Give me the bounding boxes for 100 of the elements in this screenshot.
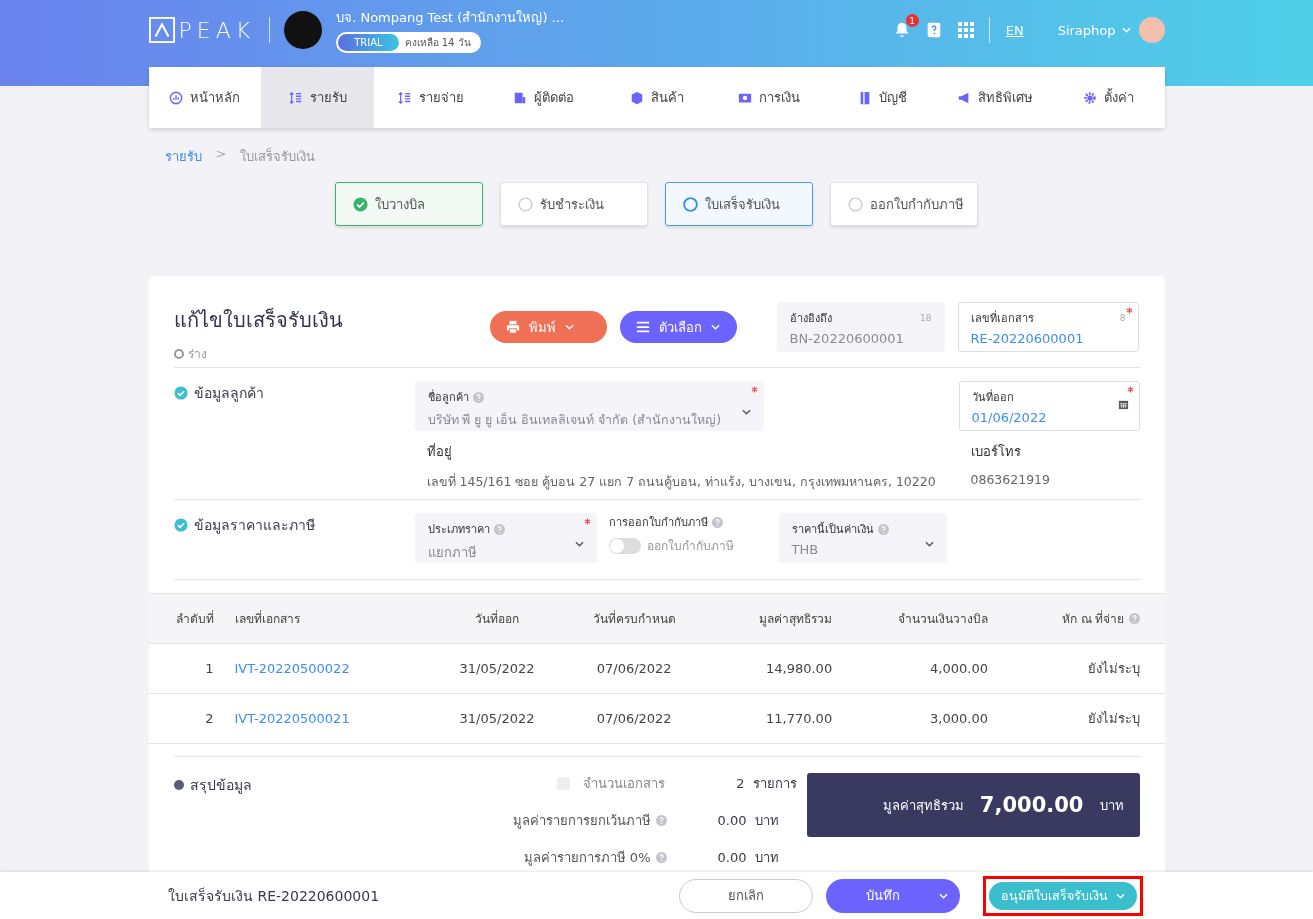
nav-tab[interactable]: สินค้า xyxy=(600,67,713,128)
nav-tab[interactable]: บัญชี xyxy=(825,67,939,128)
apps-grid-icon[interactable] xyxy=(956,21,975,39)
nav-tab[interactable]: ตั้งค่า xyxy=(1051,67,1165,128)
check-circle-icon xyxy=(353,196,368,212)
character-counter: 18 xyxy=(920,313,932,323)
column-header: วันที่ออก xyxy=(475,612,520,626)
table-cell: ยังไม่ระบุ xyxy=(988,693,1165,744)
chevron-down-icon xyxy=(574,541,584,547)
cancel-button[interactable]: ยกเลิก xyxy=(679,878,813,913)
trial-remaining: คงเหลือ 14 วัน xyxy=(403,36,472,50)
table-cell: 31/05/2022 xyxy=(431,693,563,744)
summary-label: มูลค่ารายการภาษี 0% xyxy=(523,848,651,868)
chevron-down-icon xyxy=(1121,27,1131,33)
radio-circle-icon xyxy=(683,196,698,212)
table-cell: 07/06/2022 xyxy=(562,693,707,744)
radio-circle-icon xyxy=(518,196,533,212)
workflow-step[interactable]: รับชำระเงิน xyxy=(500,182,648,226)
status-dot-icon xyxy=(173,348,184,359)
toggle-switch[interactable] xyxy=(608,537,641,554)
sort-icon xyxy=(288,90,303,105)
summary-label: มูลค่ารายการยกเว้นภาษี xyxy=(512,811,651,831)
address-text: เลขที่ 145/161 ซอย คู้บอน 27 แยก 7 ถนนคู้บอน, ท่าแร้ง, บางเขน, กรุงเทพมหานคร, 10220 xyxy=(426,472,937,492)
section-title: ข้อมูลลูกค้า xyxy=(193,384,264,404)
table-cell: 14,980.00 xyxy=(706,643,834,694)
summary-unit: บาท xyxy=(754,848,779,867)
calendar-icon xyxy=(1117,399,1129,410)
company-logo xyxy=(284,11,323,49)
user-avatar[interactable] xyxy=(1138,17,1165,43)
logo-icon xyxy=(148,17,175,43)
column-header: ลำดับที่ xyxy=(175,612,214,626)
chevron-down-icon xyxy=(564,324,574,330)
footer-document-title: ใบเสร็จรับเงิน RE-20220600001 xyxy=(168,886,380,906)
bullet-icon xyxy=(173,780,184,790)
nav-tab[interactable]: หน้าหลัก xyxy=(148,67,262,128)
nav-tab[interactable]: รายจ่าย xyxy=(374,67,488,128)
breadcrumb-current: ใบเสร็จรับเงิน xyxy=(240,146,316,164)
chevron-down-icon xyxy=(741,409,751,415)
field-label: เลขที่เอกสาร xyxy=(970,309,1034,327)
table-cell: 3,000.00 xyxy=(833,693,989,744)
workflow-step[interactable]: ใบเสร็จรับเงิน xyxy=(665,182,813,226)
help-icon xyxy=(655,851,667,863)
help-icon xyxy=(1128,613,1140,624)
currency-select[interactable]: ราคานี้เป็นค่าเงิน THB xyxy=(778,513,947,563)
column-header: หัก ณ ที่จ่าย xyxy=(1061,609,1125,628)
field-value: 01/06/2022 xyxy=(971,410,1047,425)
nav-tab[interactable]: รายรับ xyxy=(261,67,375,128)
customer-select[interactable]: ชื่อลูกค้า บริษัท พี ยู ยู เอ็น อินเทลลิเจนท์ จำกัด (สำนักงานใหญ่) xyxy=(414,381,764,431)
summary-unit: รายการ xyxy=(752,774,797,793)
column-header: เลขที่เอกสาร xyxy=(234,612,300,626)
breadcrumb-separator: > xyxy=(215,146,227,163)
summary-value: 0.00 xyxy=(716,849,747,865)
help-icon xyxy=(711,516,723,528)
table-cell: 4,000.00 xyxy=(833,643,989,694)
table-cell: 11,770.00 xyxy=(706,693,834,744)
column-header: มูลค่าสุทธิรวม xyxy=(759,612,833,626)
table-cell: 31/05/2022 xyxy=(431,643,563,694)
column-header: วันที่ครบกำหนด xyxy=(592,612,676,626)
printer-icon xyxy=(505,320,520,334)
nav-tab[interactable]: สิทธิพิเศษ xyxy=(938,67,1052,128)
field-value: RE-20220600001 xyxy=(970,331,1084,346)
field-label: ราคานี้เป็นค่าเงิน xyxy=(791,521,874,538)
table-cell: 07/06/2022 xyxy=(562,643,707,694)
document-status: ร่าง xyxy=(187,346,207,363)
total-label: มูลค่าสุทธิรวม xyxy=(882,796,964,816)
field-label: วันที่ออก xyxy=(971,388,1014,406)
table-cell: 1 xyxy=(148,643,234,694)
help-icon xyxy=(493,523,505,535)
summary-value: 2 xyxy=(735,775,745,791)
save-button[interactable]: บันทึก xyxy=(826,878,960,913)
summary-unit: บาท xyxy=(754,811,779,830)
help-icon xyxy=(472,391,484,403)
workflow-step[interactable]: ใบวางบิล xyxy=(335,182,483,226)
box-icon xyxy=(629,90,644,105)
table-cell: 2 xyxy=(148,693,234,744)
table-cell: ยังไม่ระบุ xyxy=(988,643,1165,694)
character-counter: 8 xyxy=(1119,313,1126,323)
gear-icon xyxy=(1082,90,1097,105)
logo-text: PEAK xyxy=(178,17,256,43)
total-amount: 7,000.00 xyxy=(979,793,1084,817)
phone-label: เบอร์โทร xyxy=(970,443,1022,461)
workflow-step[interactable]: ออกใบกำกับภาษี xyxy=(830,182,978,226)
document-number-field[interactable]: เลขที่เอกสาร 8 RE-20220600001 xyxy=(957,302,1139,352)
page-title: แก้ไขใบเสร็จรับเงิน xyxy=(173,306,344,334)
field-value: แยกภาษี xyxy=(427,544,477,562)
options-button[interactable]: ตัวเลือก xyxy=(619,311,737,343)
field-label: การออกใบกำกับภาษี xyxy=(608,515,708,531)
nav-tab[interactable]: การเงิน xyxy=(712,67,826,128)
trial-badge: TRIAL xyxy=(338,34,399,51)
chevron-down-icon xyxy=(924,541,934,547)
address-label: ที่อยู่ xyxy=(426,442,453,462)
chevron-down-icon xyxy=(710,324,720,330)
issue-date-field[interactable]: วันที่ออก 01/06/2022 xyxy=(958,381,1140,431)
total-unit: บาท xyxy=(1099,796,1124,815)
summary-label: จำนวนเอกสาร xyxy=(582,774,665,793)
nav-tab[interactable]: ผู้ติดต่อ xyxy=(487,67,601,128)
field-value: THB xyxy=(791,542,819,557)
price-type-select[interactable]: ประเภทราคา แยกภาษี xyxy=(414,513,597,563)
building-icon xyxy=(513,90,528,105)
column-header: จำนวนเงินวางบิล xyxy=(897,612,988,626)
